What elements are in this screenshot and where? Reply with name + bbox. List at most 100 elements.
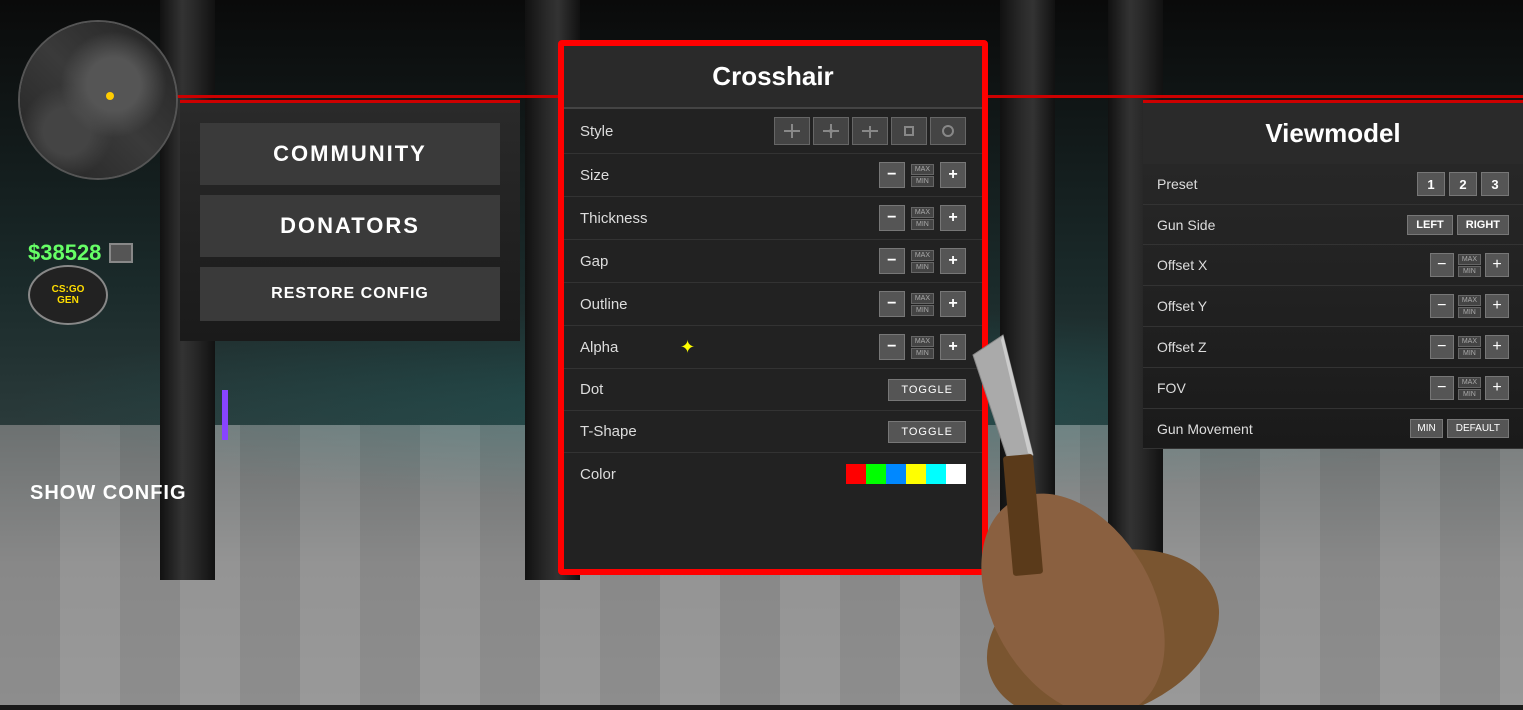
swatch-white[interactable] — [946, 464, 966, 484]
outline-minus-button[interactable]: − — [879, 291, 905, 317]
swatch-green[interactable] — [866, 464, 886, 484]
offset-y-max[interactable]: MAX — [1458, 295, 1481, 306]
bar-purple — [222, 390, 228, 440]
color-swatches — [846, 464, 966, 484]
color-controls — [846, 464, 966, 484]
swatch-cyan[interactable] — [926, 464, 946, 484]
gun-side-label: Gun Side — [1157, 217, 1407, 233]
size-label: Size — [580, 167, 670, 184]
offset-x-minus[interactable]: − — [1430, 253, 1454, 277]
gap-plus-button[interactable]: + — [940, 248, 966, 274]
buy-menu-icon — [109, 243, 133, 263]
crosshair-title: Crosshair — [564, 46, 982, 109]
preset-2-button[interactable]: 2 — [1449, 172, 1477, 196]
offset-z-minus[interactable]: − — [1430, 335, 1454, 359]
donators-button[interactable]: DONATORS — [200, 195, 500, 257]
fov-min[interactable]: MIN — [1458, 389, 1481, 400]
viewmodel-title: Viewmodel — [1143, 103, 1523, 164]
offset-x-row: Offset X − MAX MIN + — [1143, 245, 1523, 286]
offset-y-plus[interactable]: + — [1485, 294, 1509, 318]
gap-max-button[interactable]: MAX — [911, 250, 934, 261]
offset-z-max-min: MAX MIN — [1458, 336, 1481, 359]
offset-y-controls: − MAX MIN + — [1430, 294, 1509, 318]
outline-label: Outline — [580, 296, 670, 313]
style-preset-2[interactable] — [813, 117, 849, 145]
gun-side-left-button[interactable]: LEFT — [1407, 215, 1453, 235]
fov-label: FOV — [1157, 380, 1430, 396]
alpha-controls: − MAX MIN + — [879, 334, 966, 360]
offset-y-min[interactable]: MIN — [1458, 307, 1481, 318]
thickness-plus-button[interactable]: + — [940, 205, 966, 231]
dot-toggle-button[interactable]: TOGGLE — [888, 379, 966, 401]
size-max-button[interactable]: MAX — [911, 164, 934, 175]
fov-max[interactable]: MAX — [1458, 377, 1481, 388]
tshape-toggle-button[interactable]: TOGGLE — [888, 421, 966, 443]
minimap — [18, 20, 178, 180]
alpha-indicator: ✦ — [680, 337, 695, 358]
crosshair-dot-row: Dot TOGGLE — [564, 369, 982, 411]
offset-x-min[interactable]: MIN — [1458, 266, 1481, 277]
style-preset-4[interactable] — [891, 117, 927, 145]
fov-minus[interactable]: − — [1430, 376, 1454, 400]
thickness-label: Thickness — [580, 210, 670, 227]
outline-controls: − MAX MIN + — [879, 291, 966, 317]
swatch-red[interactable] — [846, 464, 866, 484]
preset-row: Preset 1 2 3 — [1143, 164, 1523, 205]
offset-z-min[interactable]: MIN — [1458, 348, 1481, 359]
gap-controls: − MAX MIN + — [879, 248, 966, 274]
style-preset-5[interactable] — [930, 117, 966, 145]
money-display: $38528 — [28, 240, 133, 266]
dot-controls: TOGGLE — [888, 379, 966, 401]
restore-config-button[interactable]: RESTORE CONFIG — [200, 267, 500, 321]
size-min-button[interactable]: MIN — [911, 176, 934, 187]
alpha-max-button[interactable]: MAX — [911, 336, 934, 347]
thickness-min-button[interactable]: MIN — [911, 219, 934, 230]
gun-side-row: Gun Side LEFT RIGHT — [1143, 205, 1523, 245]
outline-plus-button[interactable]: + — [940, 291, 966, 317]
style-preset-3[interactable] — [852, 117, 888, 145]
size-plus-button[interactable]: + — [940, 162, 966, 188]
fov-plus[interactable]: + — [1485, 376, 1509, 400]
thickness-minus-button[interactable]: − — [879, 205, 905, 231]
offset-x-plus[interactable]: + — [1485, 253, 1509, 277]
offset-y-minus[interactable]: − — [1430, 294, 1454, 318]
offset-x-max[interactable]: MAX — [1458, 254, 1481, 265]
alpha-min-button[interactable]: MIN — [911, 348, 934, 359]
offset-z-label: Offset Z — [1157, 339, 1430, 355]
crosshair-thickness-row: Thickness − MAX MIN + — [564, 197, 982, 240]
crosshair-gap-row: Gap − MAX MIN + — [564, 240, 982, 283]
gap-min-button[interactable]: MIN — [911, 262, 934, 273]
offset-z-max[interactable]: MAX — [1458, 336, 1481, 347]
gap-label: Gap — [580, 253, 670, 270]
style-preset-1[interactable] — [774, 117, 810, 145]
crosshair-style-row: Style — [564, 109, 982, 154]
offset-z-plus[interactable]: + — [1485, 335, 1509, 359]
preset-3-button[interactable]: 3 — [1481, 172, 1509, 196]
thickness-controls: − MAX MIN + — [879, 205, 966, 231]
offset-z-row: Offset Z − MAX MIN + — [1143, 327, 1523, 368]
swatch-blue[interactable] — [886, 464, 906, 484]
size-controls: − MAX MIN + — [879, 162, 966, 188]
gun-movement-row: Gun Movement MIN DEFAULT — [1143, 409, 1523, 449]
swatch-yellow[interactable] — [906, 464, 926, 484]
show-config-label: SHOW CONFIG — [30, 481, 187, 505]
tshape-controls: TOGGLE — [888, 421, 966, 443]
outline-max-min: MAX MIN — [911, 293, 934, 316]
size-minus-button[interactable]: − — [879, 162, 905, 188]
outline-min-button[interactable]: MIN — [911, 305, 934, 316]
gap-minus-button[interactable]: − — [879, 248, 905, 274]
crosshair-alpha-row: Alpha ✦ − MAX MIN + — [564, 326, 982, 369]
gun-movement-default[interactable]: DEFAULT — [1447, 419, 1509, 438]
gap-max-min: MAX MIN — [911, 250, 934, 273]
gun-side-right-button[interactable]: RIGHT — [1457, 215, 1509, 235]
alpha-plus-button[interactable]: + — [940, 334, 966, 360]
crosshair-size-row: Size − MAX MIN + — [564, 154, 982, 197]
offset-x-controls: − MAX MIN + — [1430, 253, 1509, 277]
preset-1-button[interactable]: 1 — [1417, 172, 1445, 196]
gun-movement-min[interactable]: MIN — [1410, 419, 1442, 438]
thickness-max-button[interactable]: MAX — [911, 207, 934, 218]
community-button[interactable]: COMMUNITY — [200, 123, 500, 185]
alpha-minus-button[interactable]: − — [879, 334, 905, 360]
fov-max-min: MAX MIN — [1458, 377, 1481, 400]
outline-max-button[interactable]: MAX — [911, 293, 934, 304]
